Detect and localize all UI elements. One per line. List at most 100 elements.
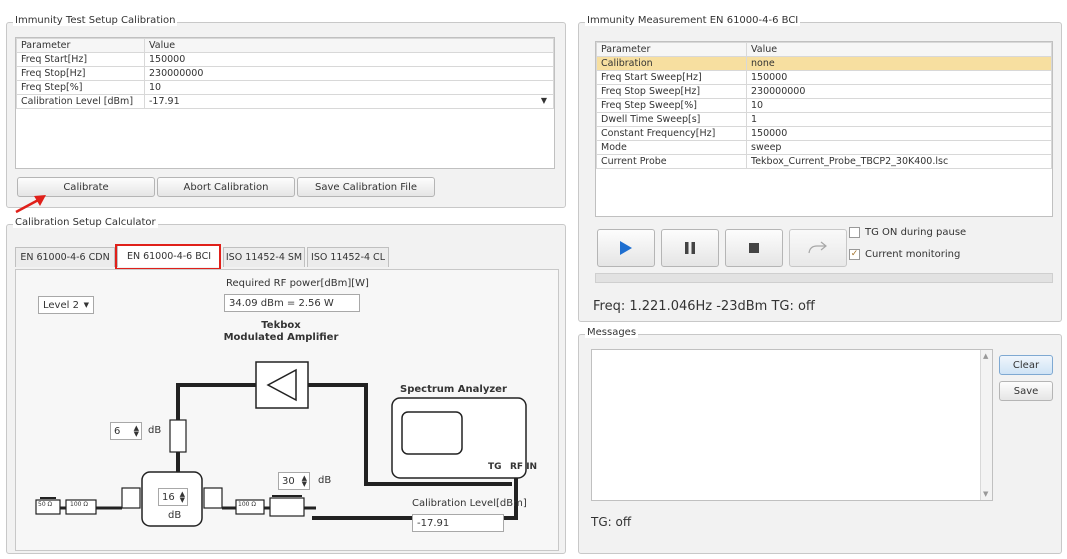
table-row[interactable]: Constant Frequency[Hz] 150000 bbox=[596, 126, 1052, 141]
spin-arrows-icon[interactable]: ▲ ▼ bbox=[134, 425, 139, 438]
save-calibration-file-button[interactable]: Save Calibration File bbox=[297, 177, 435, 197]
attenuator-1-block bbox=[169, 419, 187, 453]
cell-value[interactable]: 150000 bbox=[144, 52, 554, 67]
tg-on-pause-label: TG ON during pause bbox=[865, 227, 967, 238]
checkbox-checked-icon[interactable]: ✓ bbox=[849, 249, 860, 260]
annotation-arrow-icon bbox=[15, 195, 46, 214]
cell-value[interactable]: sweep bbox=[746, 140, 1052, 155]
column-header-parameter: Parameter bbox=[596, 42, 747, 57]
cell-value[interactable]: Tekbox_Current_Probe_TBCP2_30K400.lsc bbox=[746, 154, 1052, 169]
step-arrow-icon bbox=[808, 241, 827, 254]
calculator-group: Calibration Setup Calculator EN 61000-4-… bbox=[6, 217, 566, 554]
resistor-left-label: 100 Ω bbox=[70, 501, 88, 508]
attenuator-1-unit: dB bbox=[148, 425, 162, 436]
load-label: 50 Ω bbox=[38, 501, 53, 508]
table-row[interactable]: Freq Step Sweep[%] 10 bbox=[596, 98, 1052, 113]
calibration-level-label: Calibration Level[dBm] bbox=[412, 498, 527, 509]
pause-button[interactable] bbox=[661, 229, 719, 267]
cell-parameter: Constant Frequency[Hz] bbox=[596, 126, 747, 141]
cell-parameter: Freq Step Sweep[%] bbox=[596, 98, 747, 113]
attenuator-1-value: 6 bbox=[114, 425, 121, 437]
messages-textarea[interactable]: ▲ ▼ bbox=[591, 349, 993, 501]
column-header-value: Value bbox=[144, 38, 554, 53]
calibration-level-value: -17.91 bbox=[149, 96, 180, 107]
tab-iso-11452-4-cl[interactable]: ISO 11452-4 CL bbox=[307, 247, 389, 267]
cell-parameter: Dwell Time Sweep[s] bbox=[596, 112, 747, 127]
table-row[interactable]: Calibration Level [dBm] -17.91 ▼ bbox=[16, 94, 554, 109]
messages-scrollbar[interactable]: ▲ ▼ bbox=[980, 350, 992, 500]
table-row[interactable]: Calibration none bbox=[596, 56, 1052, 71]
calibration-table-header: Parameter Value bbox=[16, 38, 554, 53]
table-row[interactable]: Current Probe Tekbox_Current_Probe_TBCP2… bbox=[596, 154, 1052, 169]
calculator-tabbar: EN 61000-4-6 CDN EN 61000-4-6 BCI ISO 11… bbox=[15, 245, 565, 269]
play-icon bbox=[620, 241, 632, 255]
cell-value[interactable]: 10 bbox=[746, 98, 1052, 113]
current-monitoring-label: Current monitoring bbox=[865, 249, 961, 260]
cell-value[interactable]: none bbox=[746, 56, 1052, 71]
spin-arrows-icon[interactable]: ▲ ▼ bbox=[302, 475, 307, 488]
attenuator-3-unit: dB bbox=[168, 510, 182, 521]
cell-value[interactable]: 230000000 bbox=[746, 84, 1052, 99]
freq-status-text: Freq: 1.221.046Hz -23dBm TG: off bbox=[593, 299, 815, 314]
tab-iso-11452-4-sm[interactable]: ISO 11452-4 SM bbox=[223, 247, 305, 267]
dropdown-arrow-icon[interactable]: ▼ bbox=[541, 96, 547, 105]
table-row[interactable]: Freq Start[Hz] 150000 bbox=[16, 52, 554, 67]
cell-value[interactable]: 150000 bbox=[746, 70, 1052, 85]
table-row[interactable]: Dwell Time Sweep[s] 1 bbox=[596, 112, 1052, 127]
checkbox-box[interactable] bbox=[849, 227, 860, 238]
cell-value[interactable]: 230000000 bbox=[144, 66, 554, 81]
calibration-group-title: Immunity Test Setup Calibration bbox=[13, 15, 178, 26]
messages-group-title: Messages bbox=[585, 327, 639, 338]
calibration-level-field[interactable]: -17.91 bbox=[412, 514, 504, 532]
cell-parameter: Freq Stop[Hz] bbox=[16, 66, 145, 81]
calibration-table-frame: Parameter Value Freq Start[Hz] 150000 Fr… bbox=[15, 37, 555, 169]
table-row[interactable]: Freq Step[%] 10 bbox=[16, 80, 554, 95]
cell-parameter: Calibration bbox=[596, 56, 747, 71]
table-row[interactable]: Freq Stop[Hz] 230000000 bbox=[16, 66, 554, 81]
cell-parameter: Mode bbox=[596, 140, 747, 155]
attenuator-2-stepper[interactable]: 30 ▲ ▼ bbox=[278, 472, 310, 490]
pause-icon bbox=[685, 242, 695, 254]
measurement-table-header: Parameter Value bbox=[596, 42, 1052, 57]
amplifier-block bbox=[255, 361, 309, 409]
tg-on-pause-checkbox[interactable]: TG ON during pause bbox=[849, 227, 966, 238]
bci-setup-schematic bbox=[35, 361, 527, 527]
stop-button[interactable] bbox=[725, 229, 783, 267]
save-messages-button[interactable]: Save bbox=[999, 381, 1053, 401]
clear-button[interactable]: Clear bbox=[999, 355, 1053, 375]
step-forward-button[interactable] bbox=[789, 229, 847, 267]
cell-parameter: Freq Start[Hz] bbox=[16, 52, 145, 67]
attenuator-2-value: 30 bbox=[282, 475, 295, 487]
cell-value[interactable]: -17.91 ▼ bbox=[144, 94, 554, 109]
attenuator-3-value: 16 bbox=[162, 491, 175, 503]
cell-parameter: Freq Step[%] bbox=[16, 80, 145, 95]
measurement-table-frame: Parameter Value Calibration none Freq St… bbox=[595, 41, 1053, 217]
cell-value[interactable]: 150000 bbox=[746, 126, 1052, 141]
column-header-parameter: Parameter bbox=[16, 38, 145, 53]
scroll-up-icon[interactable]: ▲ bbox=[983, 352, 988, 360]
cell-parameter: Calibration Level [dBm] bbox=[16, 94, 145, 109]
spin-arrows-icon[interactable]: ▲ ▼ bbox=[180, 491, 185, 504]
attenuator-2-unit: dB bbox=[318, 475, 332, 486]
cell-parameter: Current Probe bbox=[596, 154, 747, 169]
abort-calibration-button[interactable]: Abort Calibration bbox=[157, 177, 295, 197]
play-button[interactable] bbox=[597, 229, 655, 267]
calculator-panel: Level 2 ▼ Required RF power[dBm][W] 34.0… bbox=[15, 269, 559, 551]
current-monitoring-checkbox[interactable]: ✓ Current monitoring bbox=[849, 249, 960, 260]
table-row[interactable]: Freq Start Sweep[Hz] 150000 bbox=[596, 70, 1052, 85]
calculator-group-title: Calibration Setup Calculator bbox=[13, 217, 158, 228]
spectrum-analyzer-label: Spectrum Analyzer bbox=[400, 384, 507, 395]
cell-value[interactable]: 1 bbox=[746, 112, 1052, 127]
attenuator-3-stepper[interactable]: 16 ▲ ▼ bbox=[158, 488, 188, 506]
cell-parameter: Freq Stop Sweep[Hz] bbox=[596, 84, 747, 99]
attenuator-1-stepper[interactable]: 6 ▲ ▼ bbox=[110, 422, 142, 440]
table-row[interactable]: Freq Stop Sweep[Hz] 230000000 bbox=[596, 84, 1052, 99]
measurement-table: Parameter Value Calibration none Freq St… bbox=[596, 42, 1052, 169]
table-row[interactable]: Mode sweep bbox=[596, 140, 1052, 155]
tg-status-text: TG: off bbox=[591, 515, 632, 529]
tab-en-61000-4-6-cdn[interactable]: EN 61000-4-6 CDN bbox=[15, 247, 115, 267]
cell-value[interactable]: 10 bbox=[144, 80, 554, 95]
calibration-table: Parameter Value Freq Start[Hz] 150000 Fr… bbox=[16, 38, 554, 109]
resistor-right-label: 100 Ω bbox=[238, 501, 256, 508]
scroll-down-icon[interactable]: ▼ bbox=[983, 490, 988, 498]
